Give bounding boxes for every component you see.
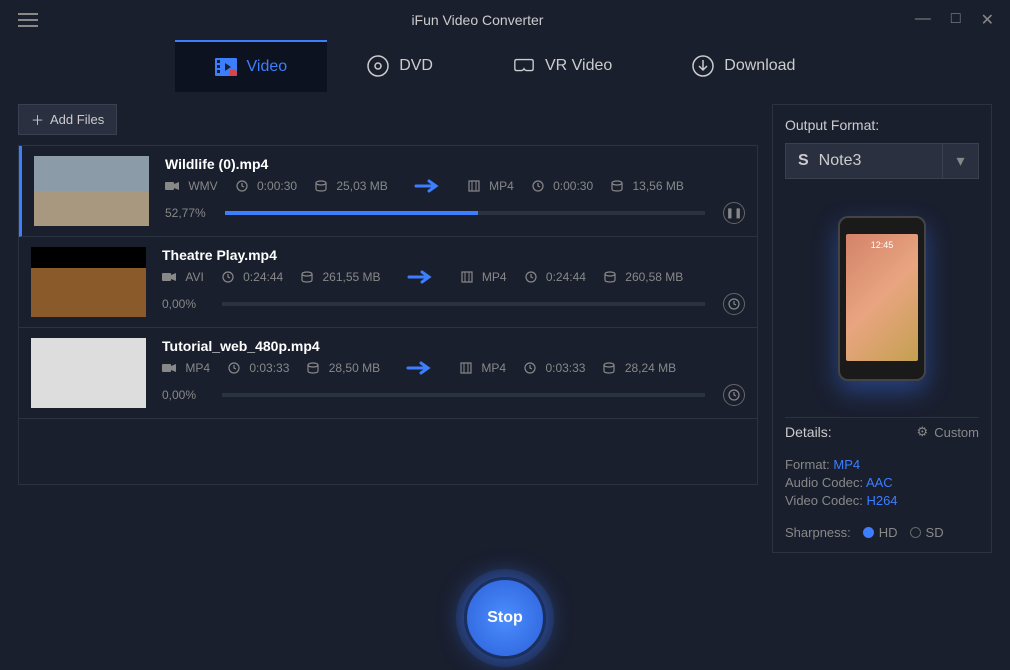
device-preview: 12:45 bbox=[838, 216, 926, 381]
output-format-dropdown[interactable]: S Note3 ▾ bbox=[785, 143, 979, 179]
tab-vr[interactable]: VR Video bbox=[473, 40, 652, 92]
dst-size: 260,58 MB bbox=[604, 270, 683, 284]
stop-button[interactable]: Stop bbox=[464, 577, 546, 659]
samsung-icon: S bbox=[798, 152, 809, 170]
arrow-icon bbox=[407, 269, 435, 285]
pause-button[interactable]: ❚❚ bbox=[723, 202, 745, 224]
dvd-icon bbox=[367, 55, 389, 77]
dst-format: MP4 bbox=[460, 361, 506, 375]
maximize-button[interactable]: □ bbox=[947, 6, 965, 34]
sharpness-label: Sharpness: bbox=[785, 525, 851, 540]
src-duration: 0:00:30 bbox=[236, 179, 297, 193]
custom-label: Custom bbox=[934, 425, 979, 440]
wait-icon bbox=[723, 293, 745, 315]
chevron-down-icon: ▾ bbox=[942, 144, 978, 178]
dst-format: MP4 bbox=[468, 179, 514, 193]
output-format-label: Output Format: bbox=[785, 117, 979, 133]
tab-label: Download bbox=[724, 57, 795, 75]
src-size: 261,55 MB bbox=[301, 270, 380, 284]
gear-icon: ⚙ bbox=[917, 424, 929, 440]
progress-percent: 0,00% bbox=[162, 297, 212, 311]
file-thumbnail bbox=[31, 338, 146, 408]
minimize-button[interactable]: — bbox=[911, 6, 935, 34]
menu-icon[interactable] bbox=[12, 3, 44, 37]
wait-icon bbox=[723, 384, 745, 406]
dst-size: 28,24 MB bbox=[603, 361, 676, 375]
dst-duration: 0:24:44 bbox=[525, 270, 586, 284]
vr-icon bbox=[513, 55, 535, 77]
tab-dvd[interactable]: DVD bbox=[327, 40, 473, 92]
progress-bar bbox=[222, 393, 705, 397]
src-format: MP4 bbox=[162, 361, 210, 375]
main-tabs: Video DVD VR Video Download bbox=[0, 40, 1010, 92]
dropdown-value: Note3 bbox=[819, 152, 862, 170]
tab-label: VR Video bbox=[545, 57, 612, 75]
progress-bar bbox=[222, 302, 705, 306]
titlebar: iFun Video Converter — □ ✕ bbox=[0, 0, 1010, 40]
file-name: Wildlife (0).mp4 bbox=[165, 156, 745, 172]
phone-time: 12:45 bbox=[846, 234, 918, 250]
sharpness-sd-radio[interactable]: SD bbox=[910, 525, 944, 540]
dst-duration: 0:00:30 bbox=[532, 179, 593, 193]
video-icon bbox=[215, 56, 237, 78]
src-duration: 0:24:44 bbox=[222, 270, 283, 284]
tab-label: Video bbox=[247, 58, 288, 76]
add-files-button[interactable]: ＋ Add Files bbox=[18, 104, 117, 135]
detail-audio-codec: Audio Codec: AAC bbox=[785, 475, 979, 490]
progress-bar bbox=[225, 211, 705, 215]
src-size: 25,03 MB bbox=[315, 179, 388, 193]
arrow-icon bbox=[414, 178, 442, 194]
detail-video-codec: Video Codec: H264 bbox=[785, 493, 979, 508]
sharpness-hd-radio[interactable]: HD bbox=[863, 525, 898, 540]
dst-format: MP4 bbox=[461, 270, 507, 284]
details-label: Details: bbox=[785, 424, 832, 440]
progress-percent: 52,77% bbox=[165, 206, 215, 220]
output-panel: Output Format: S Note3 ▾ 12:45 Details: … bbox=[772, 104, 992, 553]
dst-size: 13,56 MB bbox=[611, 179, 684, 193]
tab-download[interactable]: Download bbox=[652, 40, 835, 92]
arrow-icon bbox=[406, 360, 434, 376]
custom-button[interactable]: ⚙ Custom bbox=[917, 424, 979, 440]
src-duration: 0:03:33 bbox=[228, 361, 289, 375]
progress-percent: 0,00% bbox=[162, 388, 212, 402]
close-button[interactable]: ✕ bbox=[977, 6, 998, 34]
add-files-label: Add Files bbox=[50, 112, 104, 127]
file-item[interactable]: Wildlife (0).mp4 WMV 0:00:30 25,03 MB MP… bbox=[19, 146, 757, 237]
tab-video[interactable]: Video bbox=[175, 40, 328, 92]
file-thumbnail bbox=[34, 156, 149, 226]
src-size: 28,50 MB bbox=[307, 361, 380, 375]
file-thumbnail bbox=[31, 247, 146, 317]
stop-label: Stop bbox=[487, 609, 523, 627]
detail-format: Format: MP4 bbox=[785, 457, 979, 472]
file-name: Theatre Play.mp4 bbox=[162, 247, 745, 263]
dst-duration: 0:03:33 bbox=[524, 361, 585, 375]
file-list: Wildlife (0).mp4 WMV 0:00:30 25,03 MB MP… bbox=[18, 145, 758, 485]
download-icon bbox=[692, 55, 714, 77]
file-name: Tutorial_web_480p.mp4 bbox=[162, 338, 745, 354]
file-item[interactable]: Tutorial_web_480p.mp4 MP4 0:03:33 28,50 … bbox=[19, 328, 757, 419]
app-title: iFun Video Converter bbox=[44, 12, 911, 28]
plus-icon: ＋ bbox=[31, 110, 44, 129]
tab-label: DVD bbox=[399, 57, 433, 75]
src-format: WMV bbox=[165, 179, 218, 193]
file-item[interactable]: Theatre Play.mp4 AVI 0:24:44 261,55 MB M… bbox=[19, 237, 757, 328]
src-format: AVI bbox=[162, 270, 204, 284]
